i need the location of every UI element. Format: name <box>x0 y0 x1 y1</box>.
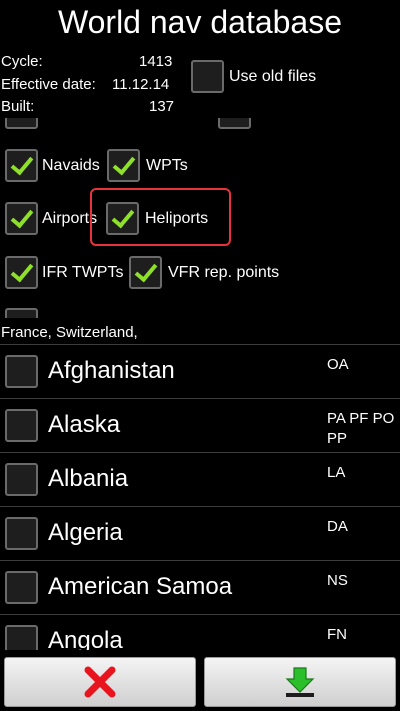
ifr-twpts-checkbox[interactable] <box>5 256 38 289</box>
country-code: PA PF PO PP <box>327 410 395 447</box>
country-name: Angola <box>48 627 123 650</box>
country-checkbox[interactable] <box>5 625 38 650</box>
effective-date-value: 11.12.14 <box>112 76 170 93</box>
navaids-checkbox[interactable] <box>5 149 38 182</box>
country-code: DA <box>327 518 348 535</box>
country-name: Algeria <box>48 519 123 546</box>
country-checkbox[interactable] <box>5 517 38 550</box>
built-row: Built: 137 <box>1 98 174 115</box>
heliports-highlight-box <box>90 188 231 246</box>
airports-label: Airports <box>42 210 98 227</box>
list-item[interactable]: Alaska PA PF PO PP <box>0 398 400 452</box>
built-label: Built: <box>1 98 35 115</box>
scrolled-checkbox[interactable] <box>218 118 251 129</box>
green-download-arrow-icon <box>285 667 315 697</box>
download-button[interactable] <box>204 657 396 707</box>
partially-scrolled-row <box>0 118 400 130</box>
wpts-checkbox[interactable] <box>107 149 140 182</box>
built-value: 137 <box>149 98 175 115</box>
country-code: OA <box>327 356 349 373</box>
list-item[interactable]: American Samoa NS <box>0 560 400 614</box>
scrolled-checkbox[interactable] <box>5 308 38 318</box>
list-item[interactable]: Algeria DA <box>0 506 400 560</box>
country-list[interactable]: Afghanistan OA Alaska PA PF PO PP Albani… <box>0 344 400 650</box>
country-name: Afghanistan <box>48 357 175 384</box>
vfr-rep-points-checkbox[interactable] <box>129 256 162 289</box>
country-checkbox[interactable] <box>5 409 38 442</box>
effective-date-label: Effective date: <box>1 76 96 93</box>
country-checkbox[interactable] <box>5 463 38 496</box>
airports-checkbox[interactable] <box>5 202 38 235</box>
country-code: LA <box>327 464 346 481</box>
cycle-label: Cycle: <box>1 53 43 70</box>
country-code: NS <box>327 572 348 589</box>
page-title: World nav database <box>57 4 343 40</box>
use-old-files-label: Use old files <box>229 68 317 85</box>
country-checkbox[interactable] <box>5 571 38 604</box>
country-name: American Samoa <box>48 573 233 600</box>
list-item[interactable]: Angola FN <box>0 614 400 650</box>
ifr-twpts-label: IFR TWPTs <box>42 264 124 281</box>
list-item[interactable]: Albania LA <box>0 452 400 506</box>
country-name: Alaska <box>48 411 121 438</box>
navaids-label: Navaids <box>42 157 100 174</box>
red-x-icon <box>84 666 116 698</box>
selected-countries-summary: France, Switzerland, <box>1 324 138 341</box>
cycle-value: 1413 <box>139 53 173 70</box>
list-item[interactable]: Afghanistan OA <box>0 344 400 398</box>
vfr-rep-points-label: VFR rep. points <box>168 264 280 281</box>
wpts-label: WPTs <box>146 157 188 174</box>
effective-date-row: Effective date: 11.12.14 <box>1 76 169 93</box>
cycle-row: Cycle: 1413 <box>1 53 172 70</box>
country-name: Albania <box>48 465 129 492</box>
partially-scrolled-row <box>0 306 400 318</box>
country-code: FN <box>327 626 347 643</box>
use-old-files-checkbox[interactable] <box>191 60 224 93</box>
scrolled-checkbox[interactable] <box>5 118 38 129</box>
cancel-button[interactable] <box>4 657 196 707</box>
country-checkbox[interactable] <box>5 355 38 388</box>
